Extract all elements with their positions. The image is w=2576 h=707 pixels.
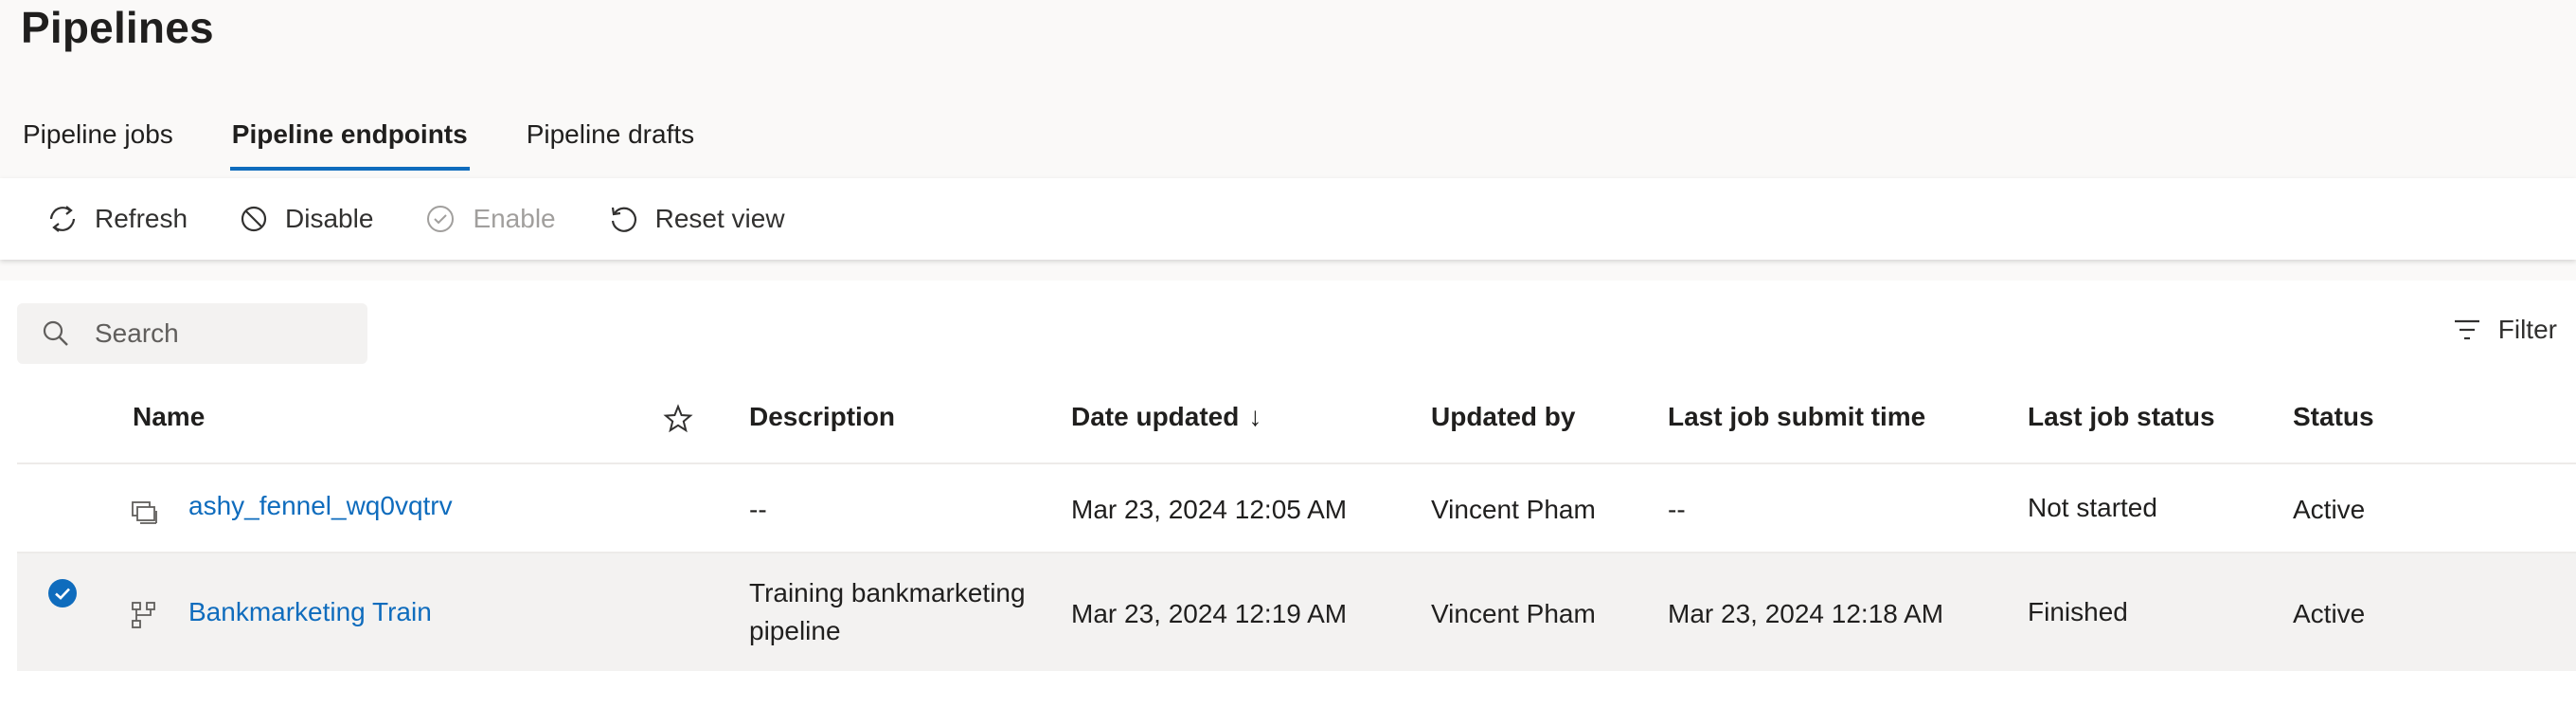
filter-button[interactable]: Filter xyxy=(2453,315,2557,345)
row-description-line-1: Training bankmarketing xyxy=(749,578,1026,607)
column-header-date-updated[interactable]: Date updated ↓ xyxy=(1071,402,1261,432)
checkmark-circle-icon xyxy=(427,206,455,232)
row-updated-by: Vincent Pham xyxy=(1431,495,1596,524)
search-input[interactable] xyxy=(93,317,343,350)
row-last-job-submit-time: Mar 23, 2024 12:18 AM xyxy=(1668,599,1944,628)
pipeline-endpoints-panel: Filter Name Description Date updated ↓ Up… xyxy=(0,281,2576,707)
filter-icon xyxy=(2454,319,2479,340)
column-header-status[interactable]: Status xyxy=(2293,402,2374,432)
tab-bar: Pipeline jobs Pipeline endpoints Pipelin… xyxy=(21,112,751,178)
row-description: -- xyxy=(749,495,767,524)
refresh-label: Refresh xyxy=(95,204,188,233)
tab-pipeline-drafts[interactable]: Pipeline drafts xyxy=(525,112,696,171)
refresh-icon xyxy=(49,206,76,232)
refresh-button[interactable]: Refresh xyxy=(47,203,188,235)
enable-label: Enable xyxy=(473,204,556,233)
pipeline-graph-icon xyxy=(132,602,155,628)
pipeline-run-icon xyxy=(132,501,157,524)
tab-pipeline-jobs[interactable]: Pipeline jobs xyxy=(21,112,175,171)
search-icon xyxy=(43,320,68,346)
row-description-line-2: pipeline xyxy=(749,616,841,645)
reset-view-button[interactable]: Reset view xyxy=(608,204,785,234)
reset-view-label: Reset view xyxy=(654,204,785,233)
disable-label: Disable xyxy=(285,204,374,233)
page-title: Pipelines xyxy=(21,3,214,52)
reset-icon xyxy=(611,207,636,232)
column-header-name[interactable]: Name xyxy=(133,402,205,432)
row-last-job-status: Finished xyxy=(2028,597,2128,626)
row-last-job-submit-time: -- xyxy=(1668,495,1686,524)
row-name-link[interactable]: Bankmarketing Train xyxy=(188,597,432,627)
sort-descending-icon: ↓ xyxy=(1248,402,1262,431)
date-updated-label: Date updated xyxy=(1071,402,1240,431)
column-header-last-job-status[interactable]: Last job status xyxy=(2028,402,2215,432)
column-header-last-job-submit-time[interactable]: Last job submit time xyxy=(1668,402,1925,432)
row-status: Active xyxy=(2293,599,2366,628)
table-header-row: Name Description Date updated ↓ Updated b… xyxy=(17,379,2576,464)
block-icon xyxy=(241,206,267,232)
row-status: Active xyxy=(2293,495,2366,524)
table-row[interactable]: ashy_fennel_wq0vqtrv -- Mar 23, 2024 12:… xyxy=(17,464,2576,553)
command-bar: Refresh Disable Enable Reset view xyxy=(0,178,2576,260)
favorite-star-icon[interactable] xyxy=(663,404,693,434)
row-last-job-status: Not started xyxy=(2028,493,2157,522)
row-updated-by: Vincent Pham xyxy=(1431,599,1596,628)
row-date-updated: Mar 23, 2024 12:05 AM xyxy=(1071,495,1348,524)
column-header-updated-by[interactable]: Updated by xyxy=(1431,402,1575,432)
row-selected-checkmark-icon[interactable] xyxy=(47,578,78,608)
enable-button[interactable]: Enable xyxy=(425,204,556,234)
filter-label: Filter xyxy=(2497,315,2557,344)
row-name-link[interactable]: ashy_fennel_wq0vqtrv xyxy=(188,491,453,521)
search-box[interactable] xyxy=(17,303,367,364)
pipeline-endpoints-table: Name Description Date updated ↓ Updated b… xyxy=(17,379,2576,671)
table-row-selected[interactable]: Bankmarketing Train Training bankmarketi… xyxy=(17,553,2576,671)
row-date-updated: Mar 23, 2024 12:19 AM xyxy=(1071,599,1348,628)
tab-pipeline-endpoints[interactable]: Pipeline endpoints xyxy=(229,112,470,171)
column-header-description[interactable]: Description xyxy=(749,402,895,432)
disable-button[interactable]: Disable xyxy=(240,204,373,234)
